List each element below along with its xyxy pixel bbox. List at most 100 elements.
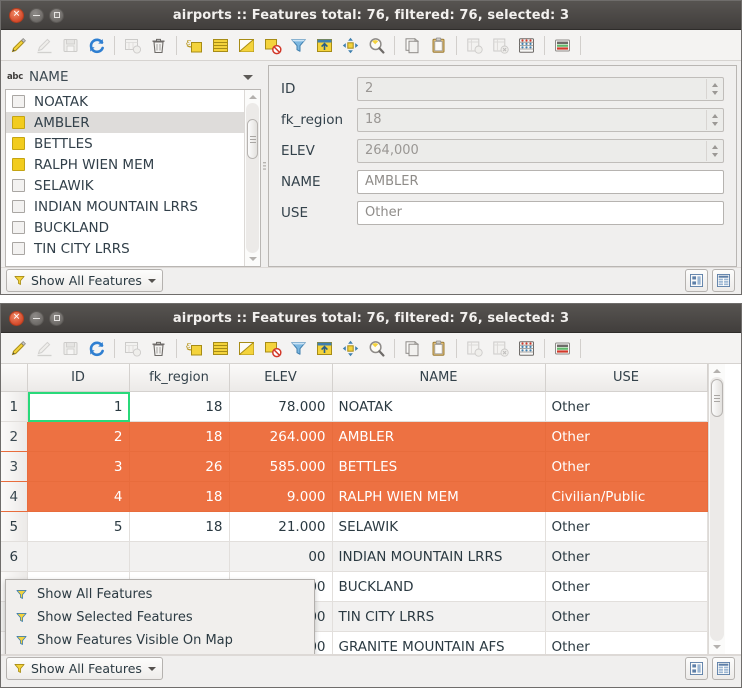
cell-elev[interactable]: 78.000 <box>229 392 332 422</box>
cell-use[interactable]: Other <box>545 452 707 482</box>
form-view-button[interactable] <box>685 657 708 680</box>
move-selection-to-top-icon[interactable] <box>312 33 337 58</box>
deselect-all-icon[interactable] <box>260 336 285 361</box>
toggle-editing-icon[interactable] <box>6 336 31 361</box>
paste-features-icon[interactable] <box>426 33 451 58</box>
cell-use[interactable]: Other <box>545 422 707 452</box>
feature-checkbox[interactable] <box>12 137 25 150</box>
fk-region-field[interactable]: 18 <box>357 108 724 132</box>
menu-item-show-selected-features[interactable]: Show Selected Features <box>6 606 314 629</box>
list-item[interactable]: BETTLES <box>6 133 244 154</box>
cell-fk-region[interactable]: 18 <box>129 422 229 452</box>
name-field[interactable]: AMBLER <box>357 170 724 194</box>
cell-id[interactable] <box>27 542 129 572</box>
cell-use[interactable]: Other <box>545 572 707 602</box>
menu-item-show-all-features[interactable]: Show All Features <box>6 583 314 606</box>
table-corner-header[interactable] <box>1 364 27 392</box>
toggle-editing-icon[interactable] <box>6 33 31 58</box>
conditional-formatting-icon[interactable] <box>550 336 575 361</box>
reload-table-icon[interactable] <box>84 33 109 58</box>
zoom-map-to-feature-icon[interactable] <box>364 33 389 58</box>
scroll-down-arrow[interactable] <box>709 641 725 653</box>
close-button[interactable]: ✕ <box>9 8 24 23</box>
table-row[interactable]: 5 5 18 21.000 SELAWIK Other <box>1 512 707 542</box>
chevron-down-icon[interactable] <box>243 75 253 80</box>
cell-name[interactable]: AMBLER <box>332 422 545 452</box>
filter-icon[interactable] <box>286 33 311 58</box>
pane-splitter[interactable] <box>261 65 268 267</box>
zoom-map-to-feature-icon[interactable] <box>364 336 389 361</box>
chevron-down-icon[interactable] <box>148 667 156 671</box>
row-number[interactable]: 4 <box>1 482 27 512</box>
list-item[interactable]: INDIAN MOUNTAIN LRRS <box>6 196 244 217</box>
select-all-icon[interactable] <box>208 33 233 58</box>
pan-map-to-feature-icon[interactable] <box>338 33 363 58</box>
row-number[interactable]: 3 <box>1 452 27 482</box>
feature-checkbox[interactable] <box>12 242 25 255</box>
list-item[interactable]: RALPH WIEN MEM <box>6 154 244 175</box>
cell-id[interactable]: 2 <box>27 422 129 452</box>
scrollbar-track[interactable] <box>710 377 724 641</box>
id-field[interactable]: 2 <box>357 77 724 101</box>
fk-region-spinner[interactable] <box>706 110 722 130</box>
maximize-button[interactable] <box>49 8 64 23</box>
table-scrollbar[interactable] <box>708 364 725 654</box>
open-field-calculator-icon[interactable] <box>514 33 539 58</box>
invert-selection-icon[interactable] <box>234 336 259 361</box>
scroll-up-arrow[interactable] <box>709 365 725 377</box>
column-header-id[interactable]: ID <box>27 364 129 392</box>
chevron-down-icon[interactable] <box>148 279 156 283</box>
select-by-expression-icon[interactable]: ε <box>182 33 207 58</box>
open-field-calculator-icon[interactable] <box>514 336 539 361</box>
field-selector[interactable]: abc NAME <box>5 65 261 89</box>
filter-icon[interactable] <box>286 336 311 361</box>
list-item[interactable]: AMBLER <box>6 112 244 133</box>
scrollbar-thumb[interactable] <box>711 379 723 417</box>
row-number[interactable]: 5 <box>1 512 27 542</box>
scrollbar-thumb[interactable] <box>247 119 258 159</box>
list-item[interactable]: SELAWIK <box>6 175 244 196</box>
menu-item-show-features-visible-on-map[interactable]: Show Features Visible On Map <box>6 629 314 652</box>
invert-selection-icon[interactable] <box>234 33 259 58</box>
delete-selected-icon[interactable] <box>146 336 171 361</box>
feature-checkbox[interactable] <box>12 179 25 192</box>
cell-fk-region[interactable] <box>129 542 229 572</box>
paste-features-icon[interactable] <box>426 336 451 361</box>
row-number[interactable]: 6 <box>1 542 27 572</box>
row-number[interactable]: 1 <box>1 392 27 422</box>
cell-use[interactable]: Other <box>545 512 707 542</box>
cell-id[interactable]: 3 <box>27 452 129 482</box>
deselect-all-icon[interactable] <box>260 33 285 58</box>
cell-use[interactable]: Other <box>545 602 707 632</box>
cell-name[interactable]: TIN CITY LRRS <box>332 602 545 632</box>
cell-elev[interactable]: 585.000 <box>229 452 332 482</box>
feature-list-scrollbar[interactable] <box>244 90 260 266</box>
move-selection-to-top-icon[interactable] <box>312 336 337 361</box>
cell-name[interactable]: GRANITE MOUNTAIN AFS <box>332 632 545 656</box>
copy-features-icon[interactable] <box>400 33 425 58</box>
cell-fk-region[interactable]: 18 <box>129 392 229 422</box>
table-row[interactable]: 2 2 18 264.000 AMBLER Other <box>1 422 707 452</box>
column-header-fk-region[interactable]: fk_region <box>129 364 229 392</box>
cell-elev[interactable]: 00 <box>229 542 332 572</box>
attribute-table[interactable]: ID fk_region ELEV NAME USE 1 1 18 78.000… <box>1 364 741 655</box>
filter-button[interactable]: Show All Features <box>6 269 163 292</box>
list-item[interactable]: TIN CITY LRRS <box>6 238 244 259</box>
scrollbar-track[interactable] <box>246 103 259 253</box>
column-header-use[interactable]: USE <box>545 364 707 392</box>
cell-elev[interactable]: 9.000 <box>229 482 332 512</box>
pan-map-to-feature-icon[interactable] <box>338 336 363 361</box>
cell-fk-region[interactable]: 18 <box>129 512 229 542</box>
feature-list[interactable]: NOATAK AMBLER BETTLES RALPH WIEN MEM SEL… <box>5 89 261 267</box>
select-by-expression-icon[interactable]: ε <box>182 336 207 361</box>
select-all-icon[interactable] <box>208 336 233 361</box>
conditional-formatting-icon[interactable] <box>550 33 575 58</box>
table-row[interactable]: 1 1 18 78.000 NOATAK Other <box>1 392 707 422</box>
filter-button[interactable]: Show All Features <box>6 657 163 680</box>
cell-id[interactable]: 5 <box>27 512 129 542</box>
feature-checkbox[interactable] <box>12 158 25 171</box>
cell-id[interactable]: 1 <box>27 392 129 422</box>
table-row[interactable]: 4 4 18 9.000 RALPH WIEN MEM Civilian/Pub… <box>1 482 707 512</box>
cell-id[interactable]: 4 <box>27 482 129 512</box>
row-number[interactable]: 2 <box>1 422 27 452</box>
